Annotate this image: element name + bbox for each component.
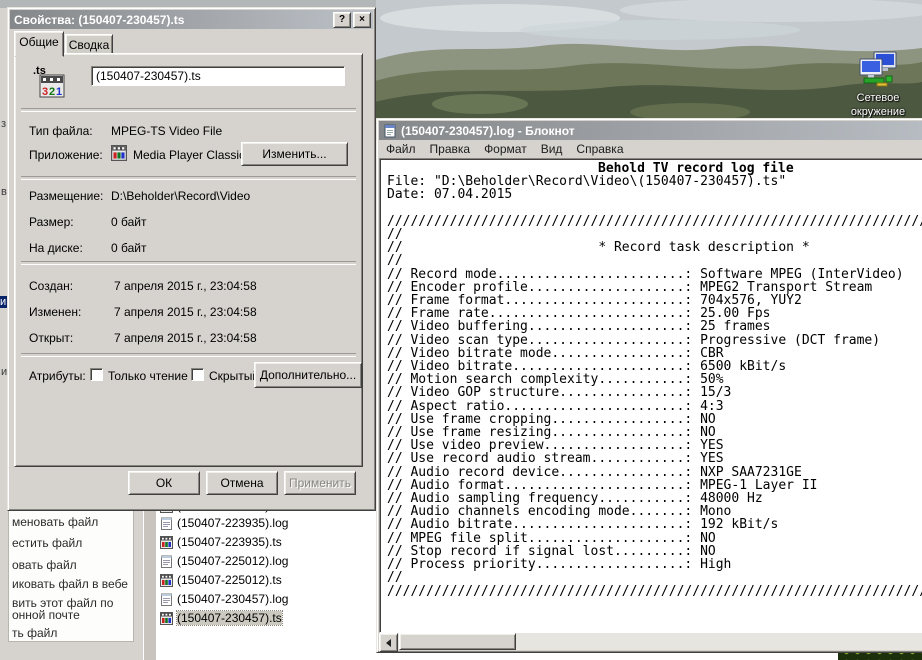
general-tab-panel: .ts 3 2 1 Тип файла: MPEG-TS Video File … [14, 53, 363, 467]
accessed-label: Открыт: [29, 331, 73, 345]
app-label: Приложение: [29, 148, 103, 162]
left-arrow-icon [382, 639, 391, 647]
task-rename-file[interactable]: меновать файл [12, 515, 98, 529]
modified-value: 7 апреля 2015 г., 23:04:58 [114, 305, 257, 319]
task-email-file-line2[interactable]: онной почте [12, 608, 80, 622]
network-computers-icon [856, 50, 900, 88]
cancel-button[interactable]: Отмена [206, 471, 278, 495]
ondisk-value: 0 байт [111, 241, 146, 255]
menu-format[interactable]: Формат [477, 140, 534, 158]
log-file-icon [160, 517, 173, 530]
desktop-wallpaper-mountains [360, 0, 922, 132]
mpc-app-icon [111, 145, 127, 161]
task-move-file[interactable]: естить файл [12, 536, 82, 550]
file-row[interactable]: (150407-225012).log [160, 553, 288, 569]
network-icon-label-line1: Сетевое [840, 91, 916, 105]
help-button[interactable]: ? [333, 12, 351, 28]
properties-dialog: Свойства: (150407-230457).ts ? × Общие С… [7, 7, 376, 511]
file-type-value: MPEG-TS Video File [111, 124, 222, 138]
icon-digit-3: 3 [42, 86, 48, 98]
filename-input[interactable] [91, 66, 345, 86]
notepad-titlebar[interactable]: (150407-230457).log - Блокнот [379, 121, 922, 140]
hidden-checkbox[interactable] [191, 368, 204, 381]
size-value: 0 байт [111, 215, 146, 229]
task-publish-file[interactable]: иковать файл в вебе [12, 577, 128, 591]
created-value: 7 апреля 2015 г., 23:04:58 [114, 279, 257, 293]
log-body: File: "D:\Beholder\Record\Video\(150407-… [387, 174, 922, 598]
close-button[interactable]: × [353, 12, 371, 28]
file-name: (150407-230457).ts [177, 611, 282, 625]
separator [21, 108, 356, 111]
notepad-title: (150407-230457).log - Блокнот [401, 124, 575, 138]
ondisk-label: На диске: [29, 241, 83, 255]
ts-file-icon [160, 574, 173, 587]
task-copy-file[interactable]: овать файл [12, 558, 77, 572]
hidden-label: Скрытый [209, 369, 259, 383]
ts-file-large-icon: .ts 3 2 1 [31, 62, 69, 100]
icon-digit-2: 2 [49, 86, 55, 98]
modified-label: Изменен: [29, 305, 81, 319]
notepad-horizontal-scrollbar[interactable] [379, 633, 922, 650]
location-value: D:\Beholder\Record\Video [111, 189, 250, 203]
file-name: (150407-225012).log [177, 554, 288, 568]
size-label: Размер: [29, 215, 74, 229]
menu-help[interactable]: Справка [569, 140, 630, 158]
file-name: (150407-230457).log [177, 592, 288, 606]
apply-button[interactable]: Применить [284, 471, 356, 495]
dialog-title: Свойства: (150407-230457).ts [14, 13, 331, 27]
menu-edit[interactable]: Правка [423, 140, 478, 158]
menu-view[interactable]: Вид [534, 140, 570, 158]
scrollbar-left-arrow[interactable] [379, 633, 398, 652]
file-row[interactable]: (150407-223935).log [160, 515, 288, 531]
menu-file[interactable]: Файл [379, 140, 423, 158]
dialog-titlebar[interactable]: Свойства: (150407-230457).ts ? × [10, 10, 373, 29]
change-app-button[interactable]: Изменить... [241, 142, 348, 166]
icon-digit-1: 1 [56, 86, 62, 98]
file-row[interactable]: (150407-225012).ts [160, 572, 282, 588]
app-value: Media Player Classic - [133, 148, 252, 162]
edge-fragment: в [1, 186, 7, 198]
file-row-selected[interactable]: (150407-230457).ts [160, 610, 282, 626]
network-icon-label-line2: окружение [840, 105, 916, 119]
readonly-checkbox[interactable] [90, 368, 103, 381]
accessed-value: 7 апреля 2015 г., 23:04:58 [114, 331, 257, 345]
separator [21, 353, 356, 356]
log-file-icon [160, 555, 173, 568]
readonly-label: Только чтение [108, 369, 188, 383]
ok-button[interactable]: ОК [128, 471, 200, 495]
created-label: Создан: [29, 279, 73, 293]
notepad-window: (150407-230457).log - Блокнот Файл Правк… [376, 118, 922, 653]
edge-fragment: и [0, 296, 7, 308]
file-row[interactable]: (150407-223935).ts [160, 534, 282, 550]
ts-file-icon [160, 612, 173, 625]
notepad-menubar: Файл Правка Формат Вид Справка [379, 140, 922, 158]
file-name: (150407-225012).ts [177, 573, 282, 587]
task-print-file[interactable]: ть файл [12, 626, 57, 640]
log-file-icon [160, 593, 173, 606]
scrollbar-thumb[interactable] [399, 633, 516, 650]
location-label: Размещение: [29, 189, 103, 203]
tab-general[interactable]: Общие [14, 31, 64, 57]
edge-fragment: з [1, 118, 6, 130]
file-row[interactable]: (150407-230457).log [160, 591, 288, 607]
desktop: Сетевое окружение з в и и н меновать фай… [0, 0, 922, 660]
attributes-label: Атрибуты: [29, 369, 86, 383]
advanced-button[interactable]: Дополнительно... [254, 362, 362, 388]
explorer-task-pane: меновать файл естить файл овать файл ико… [8, 504, 134, 642]
notepad-text-area[interactable]: Behold TV record log file File: "D:\Beho… [379, 158, 922, 633]
desktop-icon-network[interactable]: Сетевое окружение [840, 50, 916, 119]
separator [21, 176, 356, 179]
file-type-label: Тип файла: [29, 124, 93, 138]
file-name: (150407-223935).log [177, 516, 288, 530]
explorer-left-edge-sliver: з в и и н [0, 8, 7, 495]
notepad-app-icon [383, 124, 397, 138]
log-text: Behold TV record log file File: "D:\Beho… [380, 159, 922, 598]
separator [21, 261, 356, 264]
file-name: (150407-223935).ts [177, 535, 282, 549]
ts-file-icon [160, 536, 173, 549]
